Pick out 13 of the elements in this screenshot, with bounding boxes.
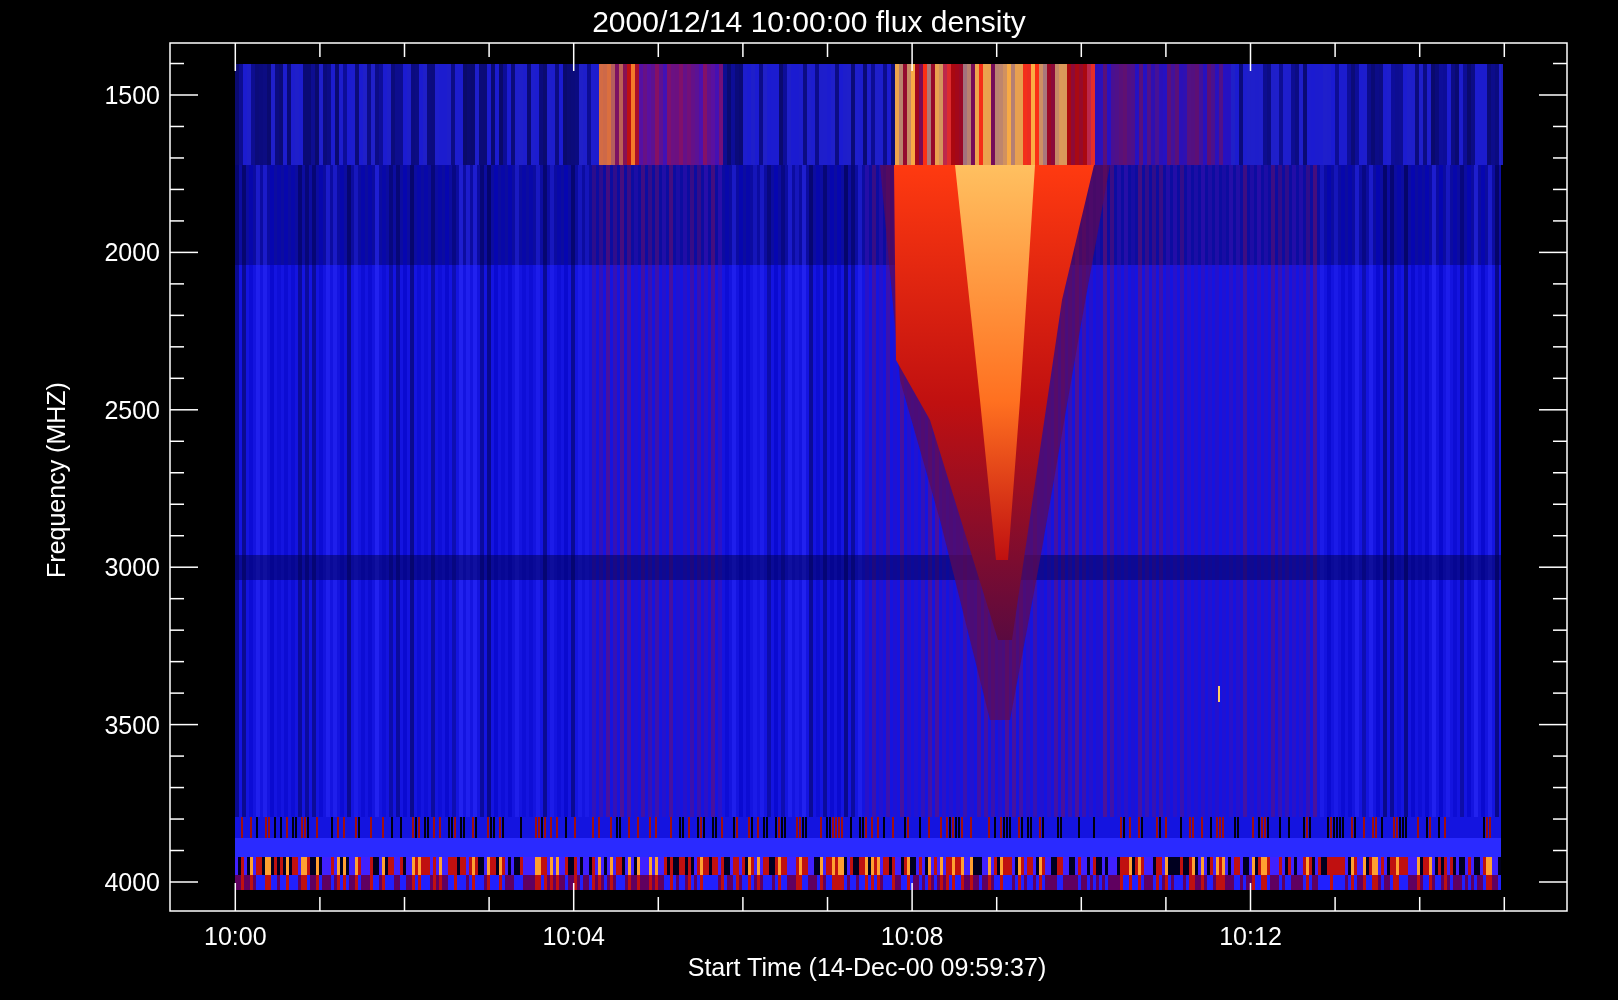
tick-label: 10:12 [1219, 922, 1282, 950]
tick-label: 10:08 [880, 922, 944, 950]
tick-label: 2000 [104, 238, 160, 267]
tick-label: 10:04 [542, 922, 605, 950]
tick-label: 1500 [104, 81, 160, 109]
tick-label: 10:00 [204, 922, 267, 950]
tick-label: 3500 [104, 710, 160, 739]
plot-title: 2000/12/14 10:00:00 flux density [592, 5, 1026, 38]
axis-label: Frequency (MHZ) [42, 382, 70, 578]
tick-label: 2500 [104, 395, 160, 424]
axis-label: Start Time (14-Dec-00 09:59:37) [687, 953, 1047, 981]
tick-label: 4000 [104, 868, 160, 896]
tick-label: 3000 [104, 553, 160, 582]
